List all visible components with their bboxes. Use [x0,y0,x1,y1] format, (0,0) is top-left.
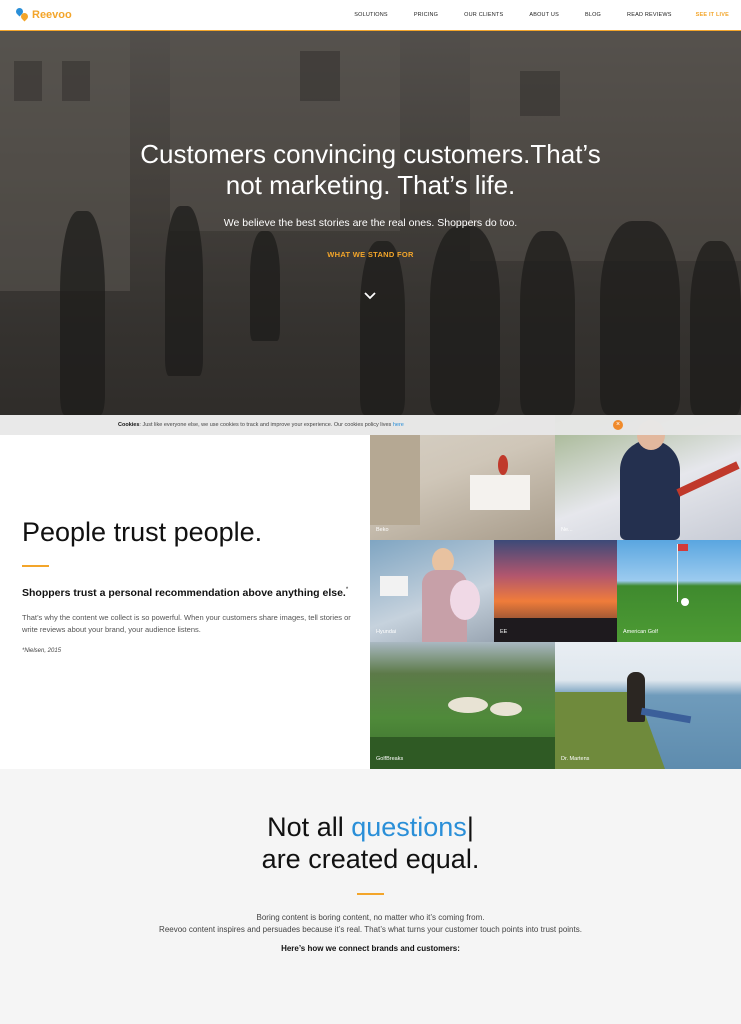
cookie-policy-link[interactable]: here [393,422,404,428]
tile-caption: Hyundai [376,629,397,635]
top-nav: Reevoo SOLUTIONS PRICING OUR CLIENTS ABO… [0,0,741,31]
hero-title-line-1: Customers convincing customers.That’s [140,139,601,169]
chevron-down-icon[interactable] [364,291,376,301]
questions-title-line-2: are created equal. [261,844,480,874]
questions-title: Not all questions| are created equal. [0,811,741,875]
hero-section: Customers convincing customers.That’s no… [0,31,741,415]
horizon [494,618,617,642]
hero-subtitle: We believe the best stories are the real… [223,217,518,229]
orange-divider [22,565,49,567]
flowers [498,455,508,475]
nav-link-blog[interactable]: BLOG [585,12,601,18]
tile-caption: Beko [376,527,389,533]
cookie-message: : Just like everyone else, we use cookie… [139,422,393,428]
typing-cursor: | [466,812,474,842]
footnote-mark: * [345,587,349,593]
see-it-live-link[interactable]: SEE IT LIVE [696,12,729,18]
trust-title: People trust people. [22,517,263,547]
orange-divider [357,893,384,895]
client-photo-american-golf[interactable]: American Golf [617,540,741,642]
reevoo-logo[interactable]: Reevoo [14,6,72,22]
tile-caption: American Golf [623,629,658,635]
glider-stripe [676,461,740,497]
flagpole [677,544,678,602]
nav-link-solutions[interactable]: SOLUTIONS [354,12,388,18]
hero-title: Customers convincing customers.That’s no… [0,139,741,201]
tile-caption: Ne... [561,527,573,533]
questions-body-line-2: Reevoo content inspires and persuades be… [159,924,582,934]
client-photo-hyundai[interactable]: Hyundai [370,540,494,642]
bunker [490,702,522,716]
close-icon[interactable]: × [613,420,623,430]
trust-footnote: *Nielsen, 2015 [22,648,62,654]
questions-body-line-1: Boring content is boring content, no mat… [256,913,485,922]
what-we-stand-for-link[interactable]: WHAT WE STAND FOR [0,250,741,259]
bouquet [450,580,480,620]
kitchen-cabinet [370,435,420,525]
nav-link-pricing[interactable]: PRICING [414,12,438,18]
cookie-label: Cookies [118,422,140,428]
questions-lead: Here’s how we connect brands and custome… [281,944,460,953]
questions-section: Not all questions| are created equal. Bo… [0,769,741,1024]
hero-title-line-2: not marketing. That’s life. [225,170,516,200]
logo-text: Reevoo [32,9,72,21]
client-photo-ee[interactable]: EE [494,540,617,642]
sold-sign [380,576,408,596]
kitchen-table [470,475,530,510]
nav-link-our-clients[interactable]: OUR CLIENTS [464,12,503,18]
trees [370,737,555,769]
page: Reevoo SOLUTIONS PRICING OUR CLIENTS ABO… [0,0,741,1024]
questions-body: Boring content is boring content, no mat… [0,912,741,935]
tile-caption: EE [500,629,508,635]
nav-links: SOLUTIONS PRICING OUR CLIENTS ABOUT US B… [328,12,729,18]
tile-caption: Dr. Martens [561,756,590,762]
client-photo-golfbreaks[interactable]: GolfBreaks [370,642,555,769]
cookie-text: Cookies: Just like everyone else, we use… [118,422,404,428]
golf-ball [681,598,689,606]
trust-subtitle: Shoppers trust a personal recommendation… [22,587,348,599]
title-highlight: questions [351,812,467,842]
pilot [620,440,680,540]
cookie-banner: Cookies: Just like everyone else, we use… [0,415,741,435]
nav-link-about-us[interactable]: ABOUT US [529,12,559,18]
client-photo-dr-martens[interactable]: Dr. Martens [555,642,741,769]
person-legs [640,707,692,724]
trust-subtitle-text: Shoppers trust a personal recommendation… [22,587,346,599]
title-prefix: Not all [267,812,352,842]
nav-link-read-reviews[interactable]: READ REVIEWS [627,12,672,18]
flag [678,544,688,551]
bunker [448,697,488,713]
logo-icon [14,6,30,22]
tile-caption: GolfBreaks [376,756,404,762]
trust-body: That’s why the content we collect is so … [22,613,351,634]
trust-section: People trust people. Shoppers trust a pe… [0,415,741,769]
questions-title-line-1: Not all questions| [0,811,741,843]
